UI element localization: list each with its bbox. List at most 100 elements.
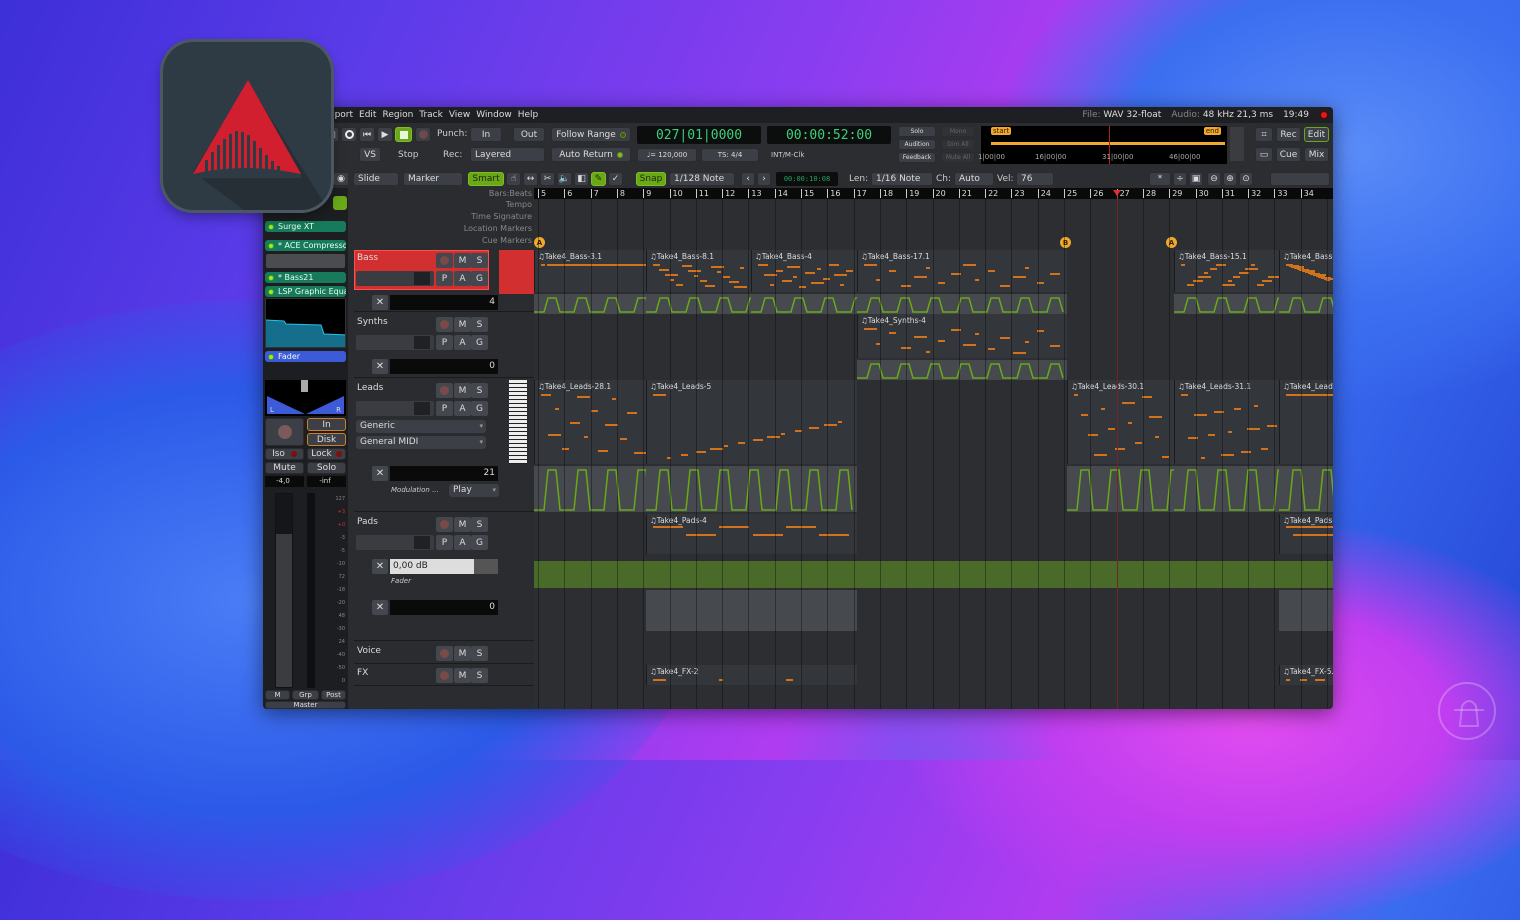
midi-note[interactable] <box>1049 345 1060 347</box>
midi-note[interactable] <box>864 328 877 330</box>
track-mute-button[interactable]: M <box>454 517 471 532</box>
track-header-pads[interactable]: Pads M S P A G ✕ 0,00 dB Fader ✕ 0 <box>354 514 534 641</box>
window-rec-button[interactable]: Rec <box>1276 127 1301 142</box>
midi-note[interactable] <box>664 274 678 276</box>
track-header-leads[interactable]: Leads M S P A G Generic General MIDI ✕ 2… <box>354 380 534 512</box>
midi-note[interactable] <box>975 279 980 281</box>
iso-button[interactable]: Iso <box>265 448 304 460</box>
track-mute-button[interactable]: M <box>454 383 471 398</box>
timecode-clock[interactable]: 00:00:52:00 <box>767 126 891 144</box>
midi-note[interactable] <box>569 422 580 424</box>
midi-note[interactable] <box>785 679 793 681</box>
midi-note[interactable] <box>1155 436 1160 438</box>
editor-canvas[interactable]: 5 6 7 8 9 10 11 12 13 14 15 16 17 18 19 20 21 22 23 24 25 26 2… <box>534 188 1333 709</box>
midi-note[interactable] <box>1286 679 1290 681</box>
expand-tracks-icon[interactable]: ▣ <box>1189 172 1203 186</box>
midi-note[interactable] <box>1233 276 1241 278</box>
track-rec-button[interactable] <box>436 383 453 398</box>
track-playlist-button[interactable]: P <box>436 271 453 286</box>
audition-button[interactable]: Audition <box>898 139 936 150</box>
midi-note[interactable] <box>1227 431 1232 433</box>
track-fader[interactable] <box>356 401 434 416</box>
post-button[interactable]: Post <box>321 690 346 700</box>
midi-note[interactable] <box>1121 402 1135 404</box>
midi-note[interactable] <box>1221 284 1235 286</box>
midi-note[interactable] <box>1192 280 1203 282</box>
automation-value[interactable]: 4 <box>390 295 498 310</box>
midi-note[interactable] <box>963 264 976 266</box>
midi-note[interactable] <box>810 282 824 284</box>
midi-note[interactable] <box>1049 273 1060 275</box>
midi-region[interactable]: ♫Take4_Bass-8.1 <box>646 250 751 292</box>
midi-note[interactable] <box>1314 526 1333 528</box>
midi-note[interactable] <box>925 267 930 269</box>
note-length-select[interactable]: 1/16 Note <box>871 172 933 186</box>
automation-curve[interactable] <box>1279 466 1333 512</box>
midi-note[interactable] <box>1024 267 1029 269</box>
midi-note[interactable] <box>987 348 995 350</box>
track-group-button[interactable]: G <box>471 335 488 350</box>
track-automation-button[interactable]: A <box>454 401 471 416</box>
midi-note[interactable] <box>963 344 976 346</box>
nudge-back-icon[interactable]: ‹ <box>741 172 755 186</box>
midi-region[interactable]: ♫Take4_Leads-5 <box>646 380 857 464</box>
midi-note[interactable] <box>716 271 721 273</box>
midi-note[interactable] <box>1227 280 1232 282</box>
track-automation-button[interactable]: A <box>454 271 471 286</box>
midi-note[interactable] <box>1200 457 1205 459</box>
track-solo-button[interactable]: S <box>471 646 488 661</box>
ruler-location-markers[interactable]: Location Markers <box>350 223 532 235</box>
solo-button[interactable]: Solo <box>898 126 936 137</box>
midi-note[interactable] <box>1101 408 1106 410</box>
gain-display[interactable]: -4,0 <box>265 476 304 487</box>
menu-track[interactable]: Track <box>419 110 443 120</box>
midi-note[interactable] <box>1012 276 1026 278</box>
midi-note[interactable] <box>705 285 716 287</box>
mono-button[interactable]: Mono <box>941 126 975 137</box>
lock-button[interactable]: Lock <box>307 448 346 460</box>
ripple-mode-select[interactable]: Marker <box>403 172 463 186</box>
automation-curve[interactable] <box>751 294 868 314</box>
automation-region[interactable] <box>751 294 868 314</box>
midi-note[interactable] <box>1210 268 1218 270</box>
automation-region[interactable] <box>1174 294 1291 314</box>
start-marker[interactable]: start <box>991 127 1012 135</box>
midi-region[interactable]: ♫Take4_Synths-4 <box>857 314 1067 358</box>
midi-note[interactable] <box>634 264 646 266</box>
midi-note[interactable] <box>823 424 837 426</box>
punch-out-button[interactable]: Out <box>513 127 545 142</box>
midi-note[interactable] <box>781 280 792 282</box>
window-mix-button[interactable]: Mix <box>1304 147 1329 162</box>
midi-note[interactable] <box>1260 448 1268 450</box>
automation-region[interactable] <box>857 294 1067 314</box>
track-automation-button[interactable]: A <box>454 535 471 550</box>
midi-note[interactable] <box>752 534 783 536</box>
automation-curve[interactable] <box>1067 466 1184 512</box>
tempo-button[interactable]: ♩= 120,000 <box>637 148 697 162</box>
hide-automation-icon[interactable]: ✕ <box>372 600 388 615</box>
midi-note[interactable] <box>1080 414 1088 416</box>
midi-note[interactable] <box>888 270 896 272</box>
hide-automation-icon[interactable]: ✕ <box>372 466 388 481</box>
midi-note[interactable] <box>828 264 839 266</box>
midi-note[interactable] <box>658 269 669 271</box>
midi-note[interactable] <box>1148 416 1162 418</box>
midi-note[interactable] <box>598 450 609 452</box>
mini-timeline[interactable]: start end 1|00|00 16|00|00 31|00|00 46|0… <box>978 126 1227 164</box>
automation-region[interactable] <box>1067 466 1184 512</box>
track-rec-button[interactable] <box>436 646 453 661</box>
automation-curve[interactable] <box>857 360 1067 380</box>
midi-note[interactable] <box>888 332 896 334</box>
monitor-in-button[interactable]: In <box>307 418 346 431</box>
midi-note[interactable] <box>722 276 730 278</box>
playhead-handle-icon[interactable] <box>1113 190 1121 196</box>
midi-note[interactable] <box>1087 434 1098 436</box>
midi-note[interactable] <box>752 439 763 441</box>
group-button[interactable]: Grp <box>292 690 319 700</box>
audition-tool-icon[interactable]: 🔈 <box>557 172 572 186</box>
midi-note[interactable] <box>682 265 693 267</box>
midi-note[interactable] <box>816 268 821 270</box>
track-mute-button[interactable]: M <box>454 253 471 268</box>
visibility-icon[interactable]: ◉ <box>333 172 349 186</box>
midi-note[interactable] <box>724 445 729 447</box>
